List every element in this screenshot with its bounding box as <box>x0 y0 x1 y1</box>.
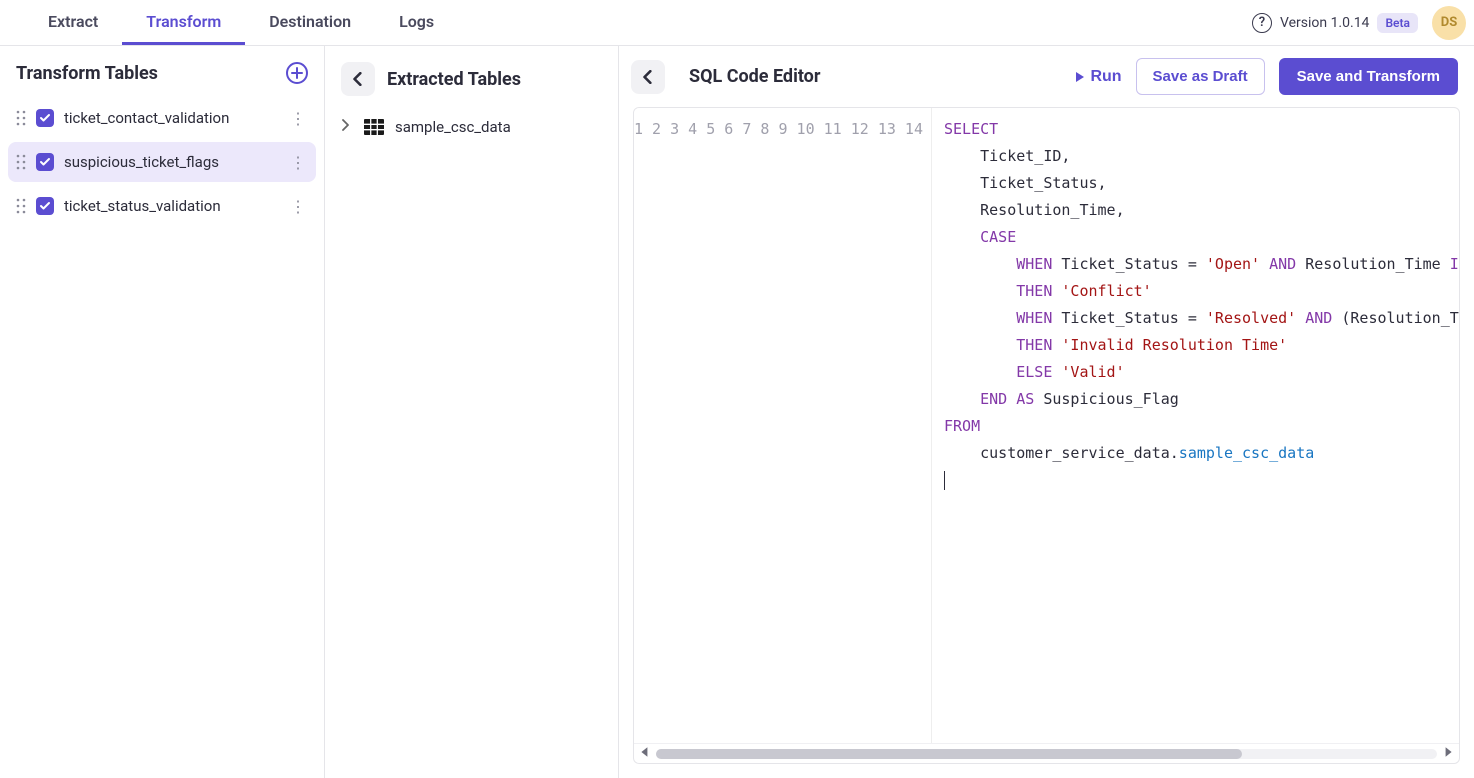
main-layout: Transform Tables ticket_contact_validati… <box>0 46 1474 778</box>
code-scroll[interactable]: 1 2 3 4 5 6 7 8 9 10 11 12 13 14 SELECT … <box>634 108 1459 743</box>
extracted-panel: Extracted Tables sample_csc_data <box>325 46 619 778</box>
scroll-right-icon[interactable] <box>1443 746 1453 762</box>
transform-list: ticket_contact_validation ⋮ suspicious_t… <box>8 98 316 226</box>
help-icon[interactable]: ? <box>1252 13 1272 33</box>
scrollbar-track[interactable] <box>656 749 1437 759</box>
save-draft-button[interactable]: Save as Draft <box>1136 58 1265 95</box>
kebab-menu-icon[interactable]: ⋮ <box>286 197 310 216</box>
transform-panel-title: Transform Tables <box>16 63 158 84</box>
drag-handle-icon[interactable] <box>16 110 30 126</box>
tab-transform[interactable]: Transform <box>122 0 245 45</box>
transform-item-label: ticket_contact_validation <box>64 109 229 127</box>
tab-destination[interactable]: Destination <box>245 0 375 45</box>
add-transform-button[interactable] <box>286 62 308 84</box>
transform-item[interactable]: ticket_contact_validation ⋮ <box>8 98 316 138</box>
collapse-extracted-button[interactable] <box>341 62 375 96</box>
editor-header: SQL Code Editor Run Save as Draft Save a… <box>619 46 1474 107</box>
save-transform-button[interactable]: Save and Transform <box>1279 58 1458 95</box>
text-cursor <box>944 471 945 490</box>
chevron-right-icon[interactable] <box>341 119 353 135</box>
code-content[interactable]: SELECT Ticket_ID, Ticket_Status, Resolut… <box>932 108 1459 743</box>
editor-panel: SQL Code Editor Run Save as Draft Save a… <box>619 46 1474 778</box>
extracted-panel-header: Extracted Tables <box>333 58 610 110</box>
code-editor[interactable]: 1 2 3 4 5 6 7 8 9 10 11 12 13 14 SELECT … <box>633 107 1460 764</box>
chevron-left-icon <box>643 70 653 84</box>
tab-extract[interactable]: Extract <box>24 0 122 45</box>
main-tabs: Extract Transform Destination Logs <box>24 0 458 45</box>
version-label: Version 1.0.14 <box>1280 15 1369 31</box>
drag-handle-icon[interactable] <box>16 154 30 170</box>
transform-item-label: suspicious_ticket_flags <box>64 153 219 171</box>
run-button[interactable]: Run <box>1074 68 1121 86</box>
avatar[interactable]: DS <box>1432 6 1466 40</box>
beta-badge: Beta <box>1377 13 1418 33</box>
scroll-left-icon[interactable] <box>640 746 650 762</box>
transform-item[interactable]: ticket_status_validation ⋮ <box>8 186 316 226</box>
scrollbar-thumb[interactable] <box>656 749 1242 759</box>
top-bar-right: ? Version 1.0.14 Beta DS <box>1252 6 1466 40</box>
table-icon <box>363 116 385 138</box>
kebab-menu-icon[interactable]: ⋮ <box>286 109 310 128</box>
checkbox-checked-icon[interactable] <box>36 197 54 215</box>
transform-item-label: ticket_status_validation <box>64 197 221 215</box>
line-gutter: 1 2 3 4 5 6 7 8 9 10 11 12 13 14 <box>634 108 932 743</box>
checkbox-checked-icon[interactable] <box>36 109 54 127</box>
play-icon <box>1074 71 1086 83</box>
top-bar: Extract Transform Destination Logs ? Ver… <box>0 0 1474 46</box>
plus-icon <box>291 67 303 79</box>
horizontal-scrollbar[interactable] <box>634 743 1459 763</box>
chevron-left-icon <box>353 72 363 86</box>
transform-item[interactable]: suspicious_ticket_flags ⋮ <box>8 142 316 182</box>
run-label: Run <box>1090 68 1121 86</box>
extracted-item[interactable]: sample_csc_data <box>333 110 610 144</box>
transform-panel-header: Transform Tables <box>8 58 316 98</box>
extracted-panel-title: Extracted Tables <box>387 69 521 90</box>
editor-actions: Run Save as Draft Save and Transform <box>1074 58 1458 95</box>
extracted-item-label: sample_csc_data <box>395 118 511 136</box>
editor-title: SQL Code Editor <box>689 66 820 87</box>
transform-panel: Transform Tables ticket_contact_validati… <box>0 46 325 778</box>
collapse-editor-button[interactable] <box>631 60 665 94</box>
drag-handle-icon[interactable] <box>16 198 30 214</box>
tab-logs[interactable]: Logs <box>375 0 458 45</box>
kebab-menu-icon[interactable]: ⋮ <box>286 153 310 172</box>
checkbox-checked-icon[interactable] <box>36 153 54 171</box>
